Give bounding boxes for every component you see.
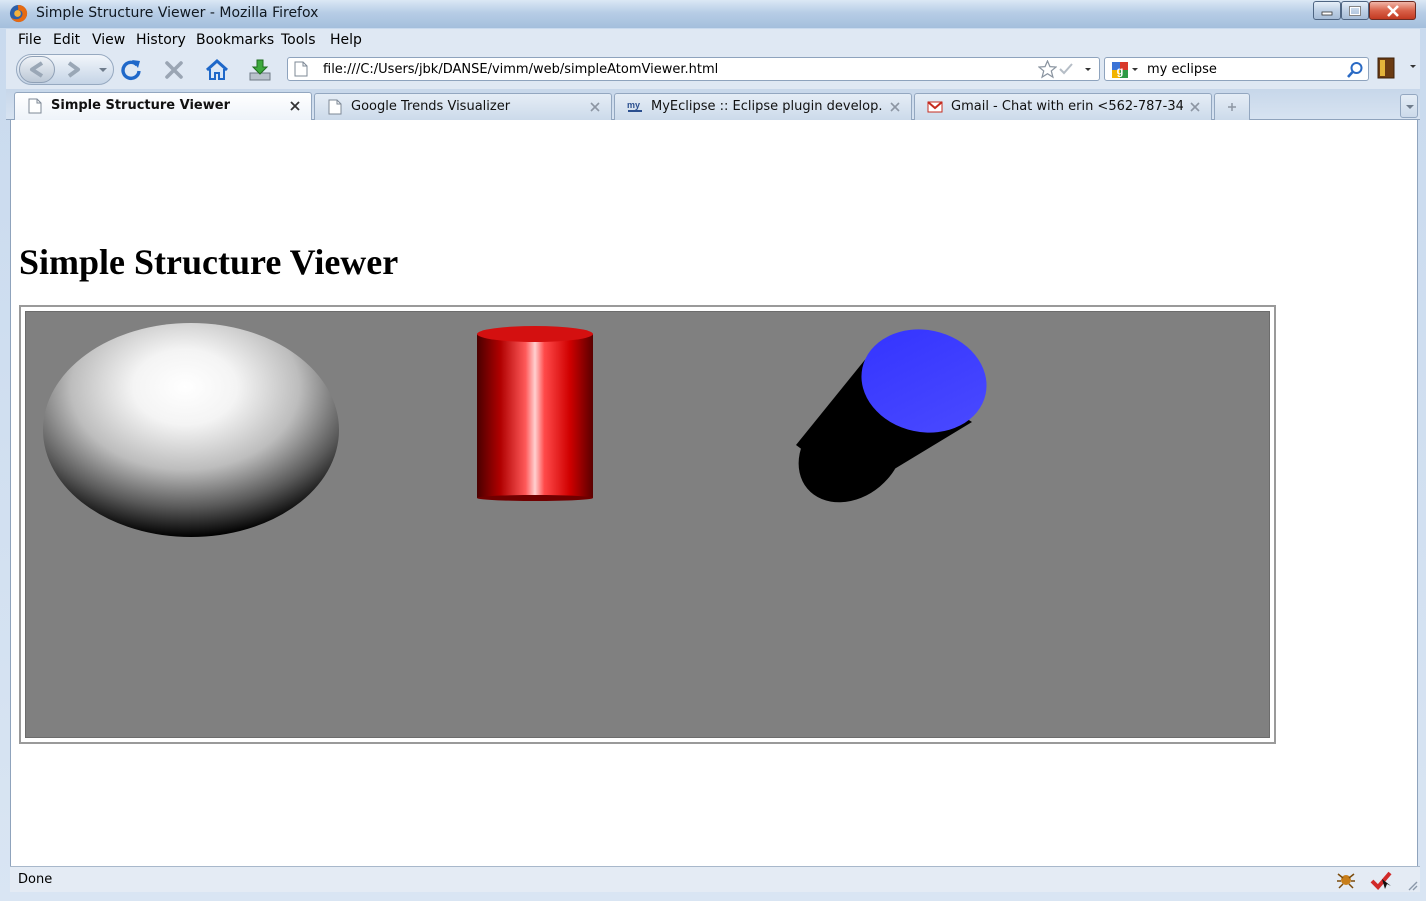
maximize-button[interactable]	[1341, 1, 1369, 20]
minimize-button[interactable]	[1313, 1, 1341, 20]
chevron-down-icon[interactable]	[1131, 63, 1139, 75]
close-button[interactable]	[1369, 1, 1416, 20]
home-icon[interactable]	[204, 57, 230, 83]
menu-edit[interactable]: Edit	[53, 32, 80, 48]
checkmark-status-icon[interactable]	[1370, 870, 1392, 890]
menu-view[interactable]: View	[92, 32, 125, 48]
bug-icon[interactable]	[1336, 870, 1356, 890]
search-input[interactable]: my eclipse	[1147, 62, 1217, 77]
title-bar: Simple Structure Viewer - Mozilla Firefo…	[0, 0, 1426, 28]
tab-label: Simple Structure Viewer	[51, 98, 230, 113]
svg-text:g: g	[1117, 66, 1124, 78]
url-dropdown-icon[interactable]	[1083, 62, 1093, 76]
page-icon	[294, 61, 308, 77]
svg-text:my: my	[627, 100, 640, 110]
myeclipse-icon: my	[627, 100, 642, 112]
close-tab-icon[interactable]	[889, 101, 901, 113]
menu-help[interactable]: Help	[330, 32, 362, 48]
list-all-tabs-button[interactable]	[1400, 94, 1418, 118]
gmail-icon	[927, 101, 943, 113]
red-cylinder-shape	[477, 326, 593, 501]
blue-tilted-cylinder-shape	[796, 329, 987, 503]
plus-icon	[1228, 103, 1236, 111]
close-tab-icon[interactable]	[589, 101, 601, 113]
back-forward-group	[16, 54, 114, 85]
reload-icon[interactable]	[118, 57, 144, 83]
viewer-scene	[43, 323, 987, 537]
minimize-icon	[1321, 11, 1333, 15]
stop-icon[interactable]	[161, 57, 187, 83]
maximize-icon	[1349, 5, 1361, 16]
tab-label: Gmail - Chat with erin <562-787-34...	[951, 99, 1183, 114]
back-button[interactable]	[19, 56, 55, 83]
chevron-down-icon[interactable]	[1408, 61, 1418, 73]
chevron-down-icon	[99, 68, 107, 72]
page-content: Simple Structure Viewer	[10, 120, 1418, 866]
status-text: Done	[18, 872, 53, 887]
tab-simple-structure-viewer[interactable]: Simple Structure Viewer	[14, 92, 312, 120]
check-icon	[1059, 63, 1073, 75]
page-heading: Simple Structure Viewer	[19, 242, 399, 282]
url-text[interactable]: file:///C:/Users/jbk/DANSE/vimm/web/simp…	[323, 62, 718, 77]
search-icon[interactable]	[1346, 61, 1364, 79]
page-icon	[28, 98, 42, 114]
browser-window: Simple Structure Viewer - Mozilla Firefo…	[0, 0, 1426, 901]
tab-label: MyEclipse :: Eclipse plugin develop...	[651, 99, 883, 114]
download-icon[interactable]	[247, 57, 273, 83]
tab-strip: Simple Structure Viewer Google Trends Vi…	[6, 89, 1420, 120]
structure-viewer-canvas[interactable]	[25, 311, 1270, 738]
page-icon	[328, 99, 342, 115]
chevron-down-icon	[1406, 105, 1414, 109]
search-bar[interactable]: g my eclipse	[1104, 57, 1369, 81]
menu-bar: File Edit View History Bookmarks Tools H…	[6, 29, 1420, 51]
bookmark-star-icon[interactable]	[1038, 60, 1057, 79]
forward-icon	[67, 61, 80, 78]
menu-history[interactable]: History	[136, 32, 186, 48]
tab-label: Google Trends Visualizer	[351, 99, 511, 114]
firefox-icon	[9, 4, 28, 23]
google-icon[interactable]: g	[1111, 61, 1129, 79]
menu-tools[interactable]: Tools	[281, 32, 316, 48]
window-title: Simple Structure Viewer - Mozilla Firefo…	[36, 5, 319, 21]
status-bar: Done	[10, 866, 1420, 892]
close-icon	[1386, 4, 1399, 17]
new-tab-button[interactable]	[1214, 93, 1250, 120]
structure-viewer-frame	[19, 305, 1276, 744]
close-tab-icon[interactable]	[1189, 101, 1201, 113]
history-dropdown[interactable]	[95, 58, 111, 81]
close-tab-icon[interactable]	[289, 100, 301, 112]
resize-grip-icon[interactable]	[1406, 879, 1418, 891]
tab-google-trends-visualizer[interactable]: Google Trends Visualizer	[314, 93, 612, 120]
tab-myeclipse[interactable]: my MyEclipse :: Eclipse plugin develop..…	[614, 93, 912, 120]
ellipsoid-shape	[43, 323, 339, 537]
navigation-toolbar: file:///C:/Users/jbk/DANSE/vimm/web/simp…	[6, 51, 1420, 89]
back-icon	[30, 61, 44, 78]
url-bar[interactable]: file:///C:/Users/jbk/DANSE/vimm/web/simp…	[287, 57, 1100, 81]
menu-file[interactable]: File	[18, 32, 41, 48]
addon-icon[interactable]	[1377, 57, 1395, 79]
menu-bookmarks[interactable]: Bookmarks	[196, 32, 274, 48]
tab-gmail[interactable]: Gmail - Chat with erin <562-787-34...	[914, 93, 1212, 120]
forward-button[interactable]	[57, 58, 91, 81]
